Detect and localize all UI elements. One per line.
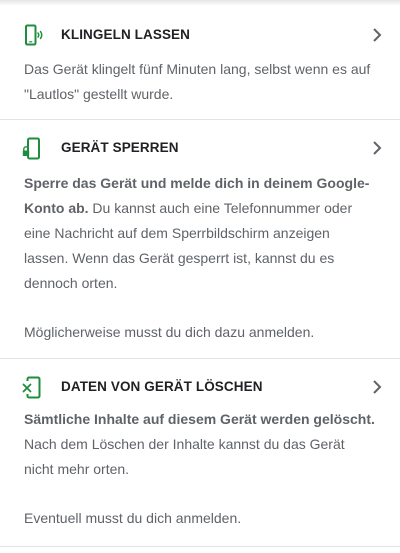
ring-device-description: Das Gerät klingelt fünf Minuten lang, se…	[24, 61, 371, 102]
ring-device-section: KLINGELN LASSEN Das Gerät klingelt fünf …	[0, 0, 400, 120]
erase-device-title: DATEN VON GERÄT LÖSCHEN	[61, 379, 263, 394]
chevron-right-icon	[373, 141, 382, 155]
ring-device-button[interactable]: KLINGELN LASSEN	[0, 15, 400, 55]
erase-device-bold-text: Sämtliche Inhalte auf diesem Gerät werde…	[24, 411, 375, 427]
erase-device-detail-text: Nach dem Löschen der Inhalte kannst du d…	[24, 436, 345, 477]
lock-device-button[interactable]: GERÄT SPERREN	[0, 128, 400, 168]
ring-device-title: KLINGELN LASSEN	[61, 27, 191, 42]
phone-lock-icon	[22, 137, 40, 160]
lock-device-note: Möglicherweise musst du dich dazu anmeld…	[24, 324, 315, 340]
lock-device-description: Sperre das Gerät und melde dich in deine…	[24, 171, 376, 345]
chevron-right-icon	[373, 380, 382, 394]
erase-device-note: Eventuell musst du dich anmelden.	[24, 510, 242, 526]
erase-device-button[interactable]: DATEN VON GERÄT LÖSCHEN	[0, 367, 400, 407]
phone-ring-icon	[25, 24, 43, 46]
lock-device-title: GERÄT SPERREN	[61, 140, 179, 155]
chevron-right-icon	[373, 28, 382, 42]
erase-device-description: Sämtliche Inhalte auf diesem Gerät werde…	[24, 407, 376, 531]
phone-erase-icon	[22, 376, 41, 399]
lock-device-section: GERÄT SPERREN Sperre das Gerät und melde…	[0, 120, 400, 359]
erase-device-section: DATEN VON GERÄT LÖSCHEN Sämtliche Inhalt…	[0, 359, 400, 547]
